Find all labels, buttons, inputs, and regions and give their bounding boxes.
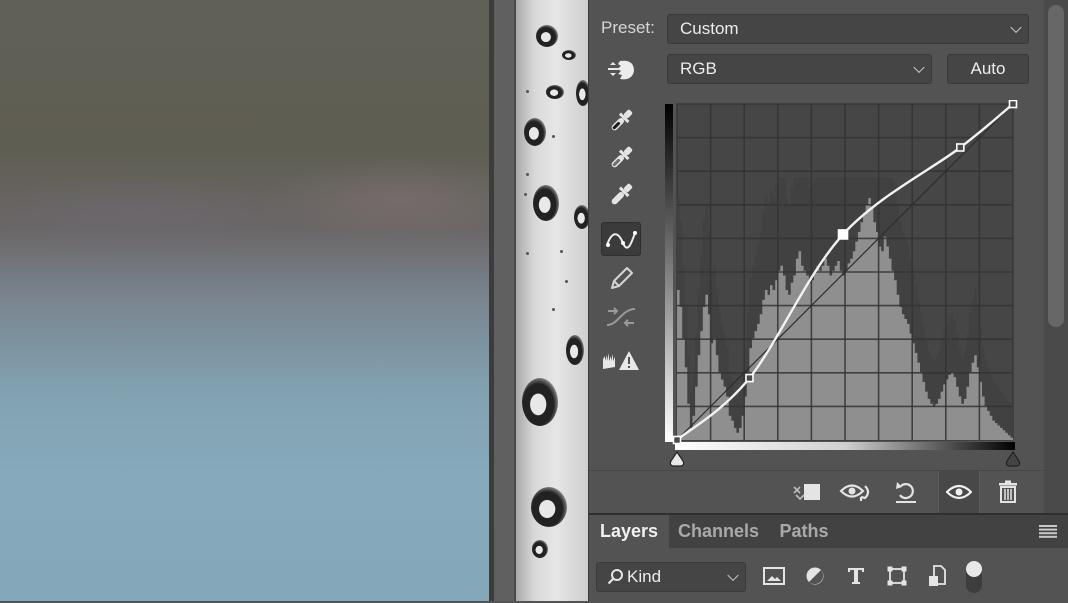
gray-point-eyedropper[interactable] [601, 141, 641, 175]
curve-control-point[interactable] [837, 229, 849, 240]
black-point-eyedropper[interactable] [601, 104, 641, 138]
white-input-slider[interactable] [1005, 450, 1021, 467]
pixel-layer-filter-icon [763, 567, 785, 585]
black-point-eyedropper-icon [611, 109, 633, 131]
view-previous-state-icon [839, 484, 870, 501]
water-drop [576, 80, 588, 106]
speck [565, 280, 568, 283]
water-drop [531, 487, 567, 527]
targeted-adjustment-icon [608, 60, 634, 80]
panel-scrollbar-thumb[interactable] [1048, 5, 1064, 327]
water-drop [546, 85, 564, 99]
right-panel: Preset: Custom RGB Auto Layers Channels … [588, 0, 1068, 603]
curve-control-point[interactable] [745, 373, 754, 383]
pencil-draw-tool[interactable] [601, 262, 641, 296]
reset-button[interactable] [889, 477, 923, 507]
smart-object-filter-icon [929, 565, 946, 586]
properties-footer [589, 470, 1044, 514]
reset-icon [896, 482, 916, 503]
view-previous-state-button[interactable] [839, 477, 873, 507]
speck [552, 308, 555, 311]
chevron-down-icon [913, 61, 925, 74]
water-drop [536, 25, 558, 47]
clipping-warning-icon [603, 351, 639, 370]
filter-pixel-layers-button[interactable] [760, 562, 788, 590]
preset-dropdown[interactable]: Custom [667, 14, 1029, 44]
speck [552, 135, 555, 138]
gray-point-eyedropper-icon [611, 146, 633, 168]
input-gradient-bar [675, 442, 1015, 450]
filter-type-layers-button[interactable] [842, 562, 870, 590]
tab-paths[interactable]: Paths [769, 515, 839, 548]
curve-control-point[interactable] [672, 435, 682, 445]
speck [524, 193, 527, 196]
layer-kind-value: Kind [627, 567, 662, 586]
layers-panel: Layers Channels Paths Kind [589, 513, 1068, 603]
curves-chart[interactable] [665, 99, 1025, 475]
water-drop [522, 378, 558, 426]
tab-layers[interactable]: Layers [589, 515, 669, 548]
auto-button[interactable]: Auto [947, 54, 1029, 84]
speck [526, 90, 529, 93]
white-point-eyedropper[interactable] [601, 178, 641, 212]
filter-adjustment-layers-button[interactable] [801, 562, 829, 590]
water-drop [562, 50, 576, 60]
layers-panel-tabs: Layers Channels Paths [589, 515, 1068, 548]
chevron-down-icon [1010, 21, 1022, 34]
filter-smart-objects-button[interactable] [923, 562, 951, 590]
toggle-layer-visibility-button[interactable] [938, 471, 980, 513]
black-input-slider[interactable] [669, 450, 685, 467]
delete-icon [999, 480, 1017, 503]
curve-control-point[interactable] [955, 143, 965, 152]
visibility-eye-icon [946, 484, 972, 500]
delete-adjustment-button[interactable] [991, 477, 1025, 507]
smooth-curve-button[interactable] [601, 300, 641, 334]
canvas-gutter [494, 0, 516, 601]
clipping-warning-toggle[interactable] [601, 343, 641, 377]
output-gradient-bar [665, 104, 673, 442]
channel-value: RGB [680, 59, 717, 78]
layer-kind-filter-dropdown[interactable]: Kind [596, 562, 746, 592]
water-drop [533, 185, 559, 221]
chevron-down-icon [727, 569, 739, 582]
smooth-curve-icon [606, 307, 636, 327]
adjustment-layer-filter-icon [806, 567, 824, 585]
curve-control-point[interactable] [1008, 99, 1018, 109]
speck [526, 173, 529, 176]
targeted-adjustment-tool[interactable] [601, 52, 641, 86]
preset-value: Custom [680, 19, 739, 38]
search-icon [607, 569, 623, 585]
panel-menu-button[interactable] [1039, 525, 1057, 538]
filter-shape-layers-button[interactable] [883, 562, 911, 590]
type-layer-filter-icon [848, 568, 864, 584]
water-drop [524, 118, 546, 146]
layer-filter-row: Kind [589, 548, 1068, 603]
curves-properties-panel: Preset: Custom RGB Auto [589, 0, 1044, 513]
curve-points-tool[interactable] [601, 222, 641, 256]
curve-points-icon [606, 231, 637, 249]
water-drop [566, 335, 584, 365]
layer-filter-toggle[interactable] [965, 560, 983, 594]
speck [526, 252, 529, 255]
clip-to-layer-button[interactable] [789, 477, 823, 507]
document-canvas[interactable] [0, 0, 490, 601]
preset-label: Preset: [601, 18, 655, 37]
speck [560, 250, 563, 253]
curves-graph[interactable] [665, 99, 1025, 475]
hamburger-menu-icon [1039, 525, 1057, 538]
clip-to-layer-icon [793, 484, 820, 501]
image-thumbnail-strip [516, 0, 588, 601]
shape-layer-filter-icon [887, 566, 907, 586]
channel-dropdown[interactable]: RGB [667, 54, 932, 84]
pencil-draw-icon [611, 267, 633, 289]
water-drop [532, 540, 548, 558]
tab-channels[interactable]: Channels [671, 515, 766, 548]
white-point-eyedropper-icon [611, 183, 633, 205]
filter-toggle-switch-icon [966, 561, 982, 593]
water-drop [574, 205, 588, 229]
